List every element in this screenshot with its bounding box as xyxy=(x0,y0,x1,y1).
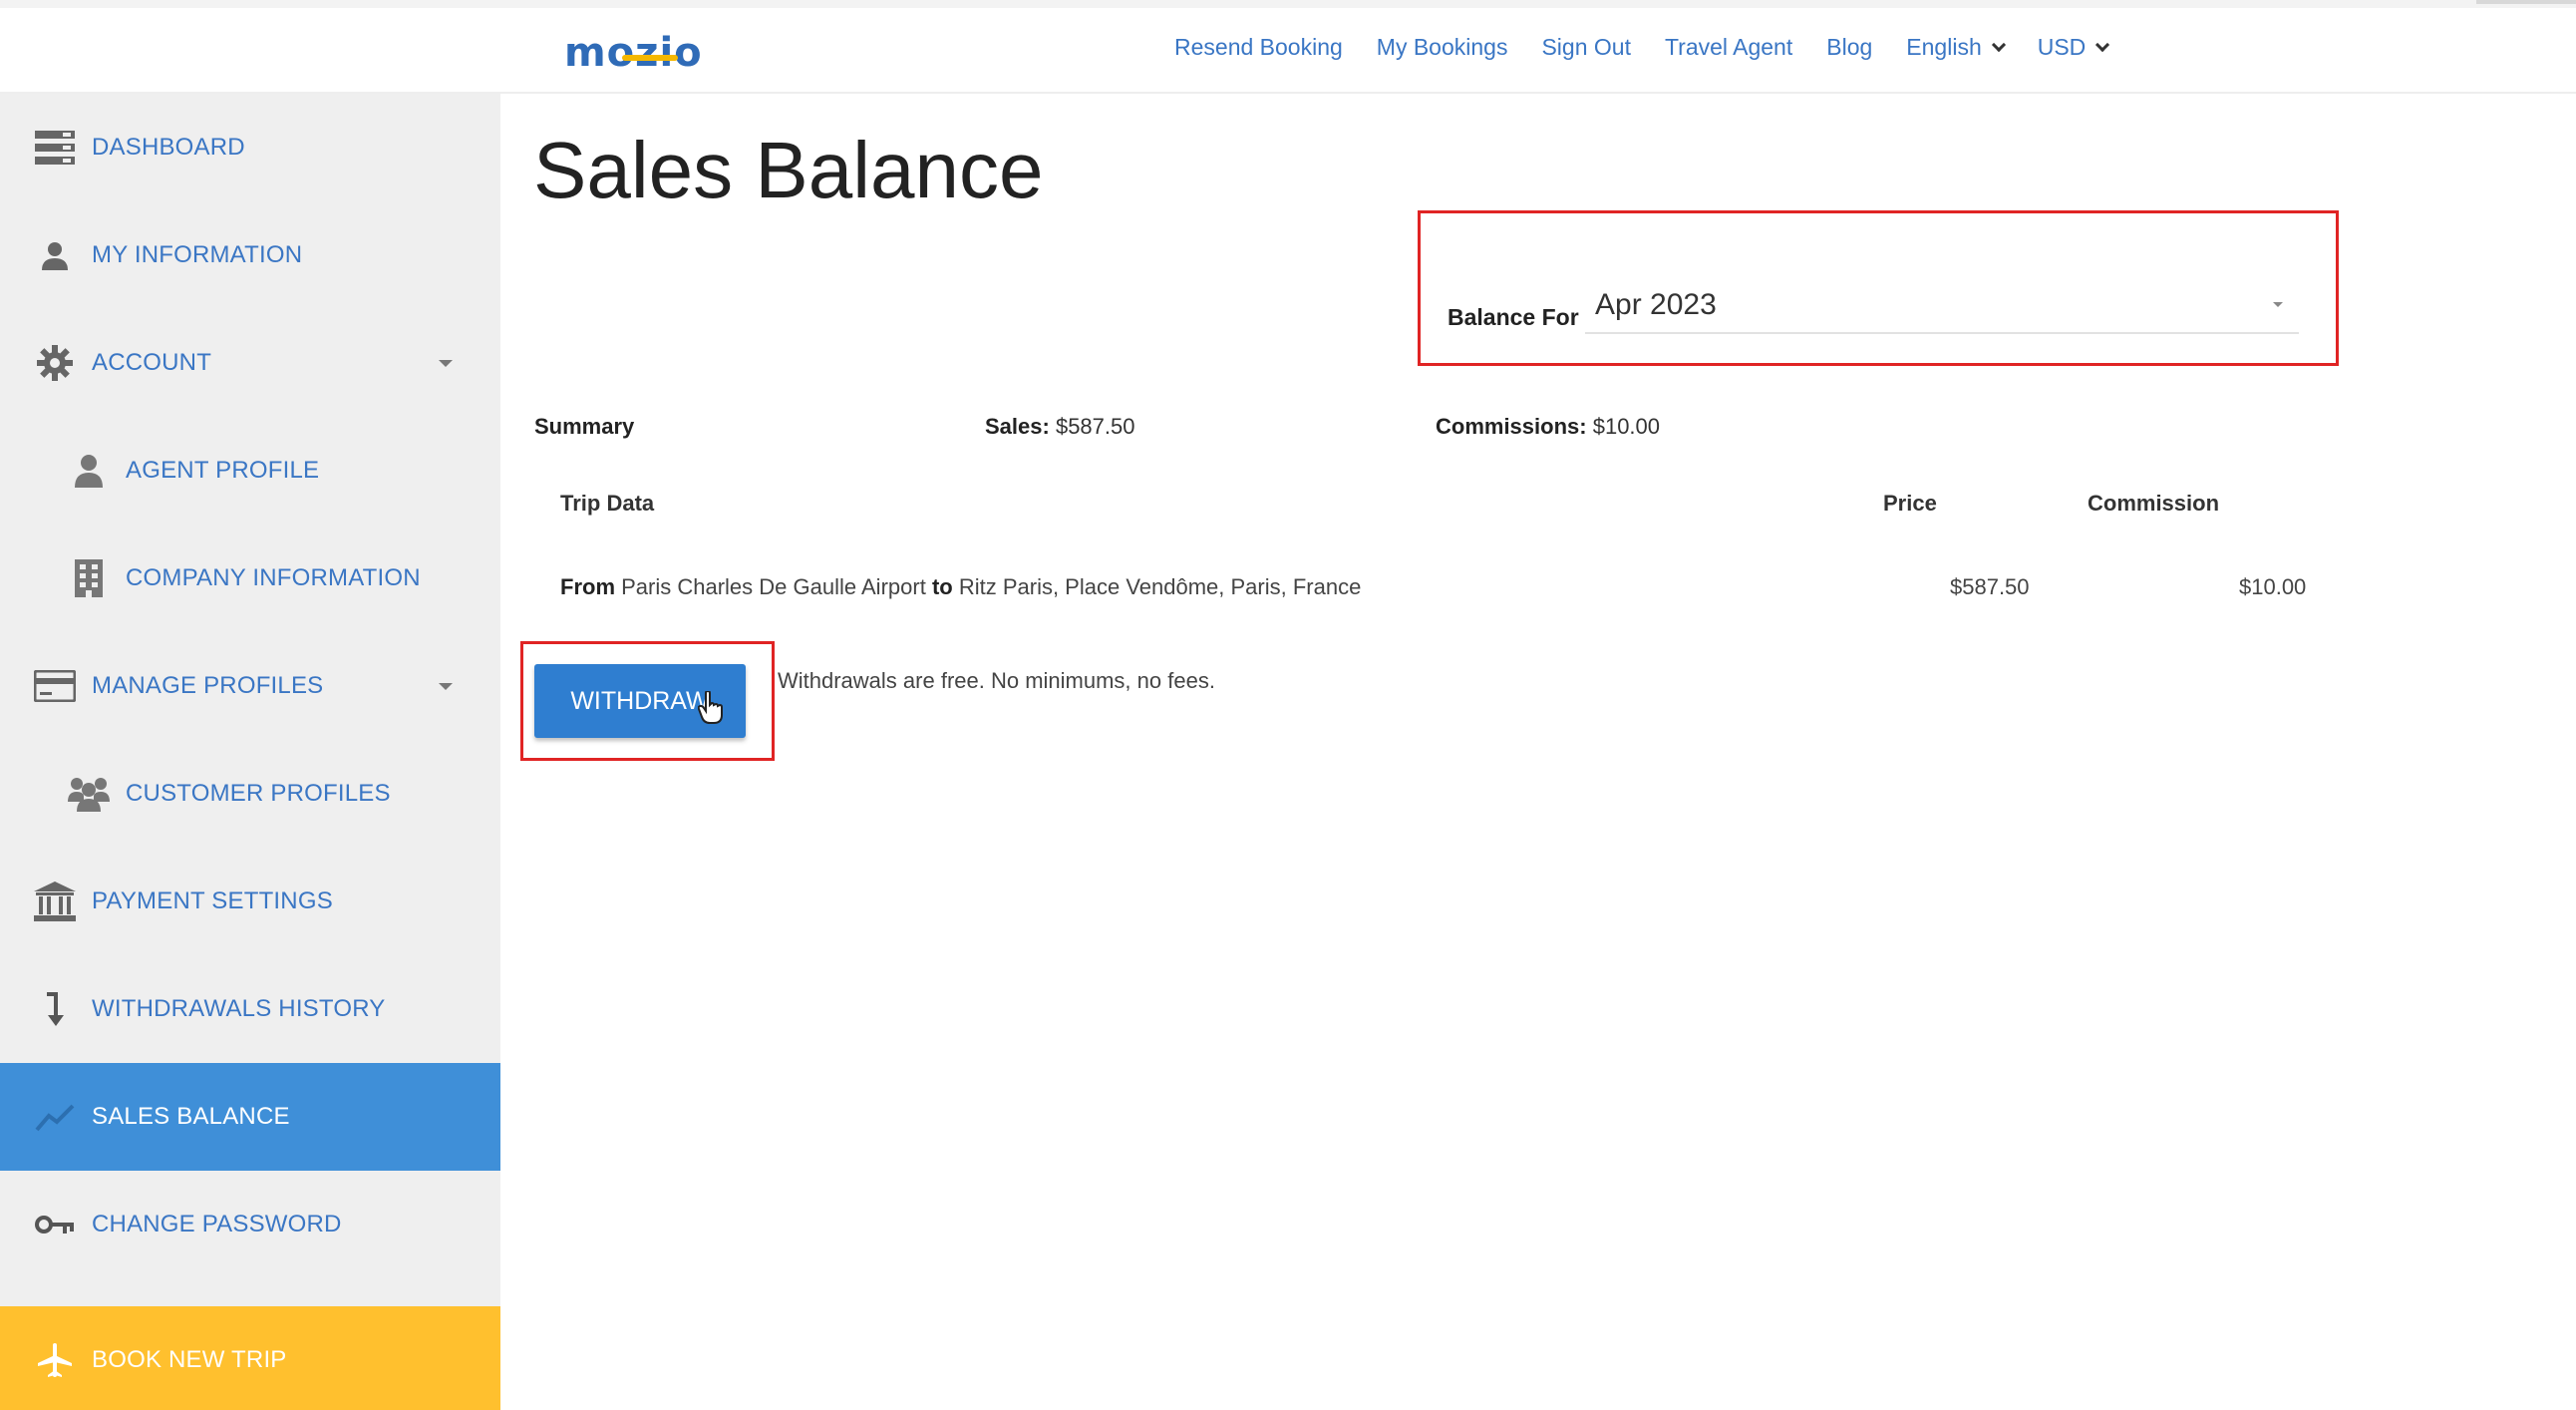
balance-for-label: Balance For xyxy=(1448,304,1579,330)
summary-heading: Summary xyxy=(534,414,635,439)
sidebar-item-label: CHANGE PASSWORD xyxy=(92,1211,342,1237)
chart-icon xyxy=(34,1096,76,1138)
sidebar-item-label: PAYMENT SETTINGS xyxy=(92,887,333,914)
logo-accent-bar xyxy=(622,55,678,61)
sidebar-item-label: AGENT PROFILE xyxy=(126,457,320,484)
column-header-trip-data: Trip Data xyxy=(560,491,655,516)
chevron-down-icon xyxy=(1991,37,2006,52)
nav-label: Travel Agent xyxy=(1664,34,1793,60)
commissions-label: Commissions: xyxy=(1436,414,1587,439)
nav-label: Blog xyxy=(1826,34,1873,60)
sidebar-item-my-information[interactable]: MY INFORMATION xyxy=(0,201,500,309)
card-icon xyxy=(34,665,76,707)
key-icon xyxy=(34,1204,76,1245)
sidebar-item-agent-profile[interactable]: AGENT PROFILE xyxy=(0,417,500,525)
nav-currency-dropdown[interactable]: USD xyxy=(2037,34,2110,61)
summary-sales: Sales: $587.50 xyxy=(985,414,1134,440)
sidebar-item-label: COMPANY INFORMATION xyxy=(126,564,421,591)
dropdown-arrow-icon xyxy=(439,682,453,690)
table-cell-commission: $10.00 xyxy=(2239,574,2307,599)
to-label: to xyxy=(931,574,953,599)
balance-month-value: Apr 2023 xyxy=(1595,288,1717,321)
select-arrow-icon xyxy=(2273,302,2283,307)
balance-month-select[interactable]: Apr 2023 xyxy=(1585,282,2299,334)
group-icon xyxy=(68,773,110,815)
sidebar-item-label: MY INFORMATION xyxy=(92,241,303,268)
nav-label: Sign Out xyxy=(1541,34,1631,60)
plane-icon xyxy=(34,1339,76,1381)
building-icon xyxy=(68,557,110,599)
sidebar-item-book-new-trip[interactable]: BOOK NEW TRIP xyxy=(0,1306,500,1410)
withdraw-note: Withdrawals are free. No minimums, no fe… xyxy=(778,668,1215,693)
nav-resend-booking[interactable]: Resend Booking xyxy=(1174,34,1343,61)
trip-origin: Paris Charles De Gaulle Airport xyxy=(621,574,926,599)
hand-cursor-icon xyxy=(697,689,726,730)
table-cell-price: $587.50 xyxy=(1950,574,2030,599)
sidebar-item-change-password[interactable]: CHANGE PASSWORD xyxy=(0,1171,500,1278)
trip-destination: Ritz Paris, Place Vendôme, Paris, France xyxy=(958,574,1362,599)
sidebar-item-dashboard[interactable]: DASHBOARD xyxy=(0,94,500,201)
scrollbar-nub xyxy=(2476,0,2576,4)
column-header-commission: Commission xyxy=(2088,491,2220,516)
nav-label: Resend Booking xyxy=(1174,34,1343,60)
sidebar-item-label: SALES BALANCE xyxy=(92,1103,290,1130)
nav-travel-agent[interactable]: Travel Agent xyxy=(1665,34,1792,61)
site-header: mozio Resend Booking My Bookings Sign Ou… xyxy=(0,8,2576,94)
chevron-down-icon xyxy=(2095,37,2110,52)
nav-language-dropdown[interactable]: English xyxy=(1906,34,2006,61)
nav-label: English xyxy=(1906,34,1982,60)
sidebar-item-label: MANAGE PROFILES xyxy=(92,672,324,699)
table-row-trip: From Paris Charles De Gaulle Airport to … xyxy=(560,574,1361,600)
top-nav: Resend Booking My Bookings Sign Out Trav… xyxy=(1174,34,2110,61)
sales-label: Sales: xyxy=(985,414,1050,439)
sidebar-item-payment-settings[interactable]: PAYMENT SETTINGS xyxy=(0,848,500,955)
sidebar-item-label: WITHDRAWALS HISTORY xyxy=(92,995,386,1022)
nav-label: USD xyxy=(2037,34,2087,60)
summary-commissions: Commissions: $10.00 xyxy=(1436,414,1660,440)
nav-my-bookings[interactable]: My Bookings xyxy=(1377,34,1508,61)
from-label: From xyxy=(560,574,615,599)
sidebar-item-label: BOOK NEW TRIP xyxy=(92,1346,287,1373)
arrow-down-icon xyxy=(34,988,76,1030)
sidebar-item-withdrawals-history[interactable]: WITHDRAWALS HISTORY xyxy=(0,955,500,1063)
browser-top-strip xyxy=(0,0,2576,8)
person-icon xyxy=(34,234,76,276)
commissions-value: $10.00 xyxy=(1592,414,1661,439)
column-header-price: Price xyxy=(1883,491,1937,516)
nav-blog[interactable]: Blog xyxy=(1826,34,1872,61)
sidebar-item-company-information[interactable]: COMPANY INFORMATION xyxy=(0,525,500,632)
page-title: Sales Balance xyxy=(533,126,1044,214)
sidebar-item-account[interactable]: ACCOUNT xyxy=(0,309,500,417)
sidebar-item-label: DASHBOARD xyxy=(92,134,245,161)
person-icon xyxy=(68,450,110,492)
sidebar-item-label: ACCOUNT xyxy=(92,349,212,376)
sales-value: $587.50 xyxy=(1055,414,1135,439)
nav-label: My Bookings xyxy=(1376,34,1508,60)
sidebar: DASHBOARD MY INFORMATION ACCOUNT AGENT P… xyxy=(0,94,500,1410)
nav-sign-out[interactable]: Sign Out xyxy=(1541,34,1631,61)
sidebar-item-sales-balance[interactable]: SALES BALANCE xyxy=(0,1063,500,1171)
dropdown-arrow-icon xyxy=(439,359,453,367)
logo-text: mozio xyxy=(564,30,703,76)
sidebar-item-customer-profiles[interactable]: CUSTOMER PROFILES xyxy=(0,740,500,848)
sidebar-item-label: CUSTOMER PROFILES xyxy=(126,780,391,807)
mozio-logo[interactable]: mozio xyxy=(564,28,703,78)
gear-icon xyxy=(34,342,76,384)
bank-icon xyxy=(34,881,76,922)
dashboard-icon xyxy=(34,127,76,169)
sidebar-item-manage-profiles[interactable]: MANAGE PROFILES xyxy=(0,632,500,740)
summary-label: Summary xyxy=(534,414,634,440)
